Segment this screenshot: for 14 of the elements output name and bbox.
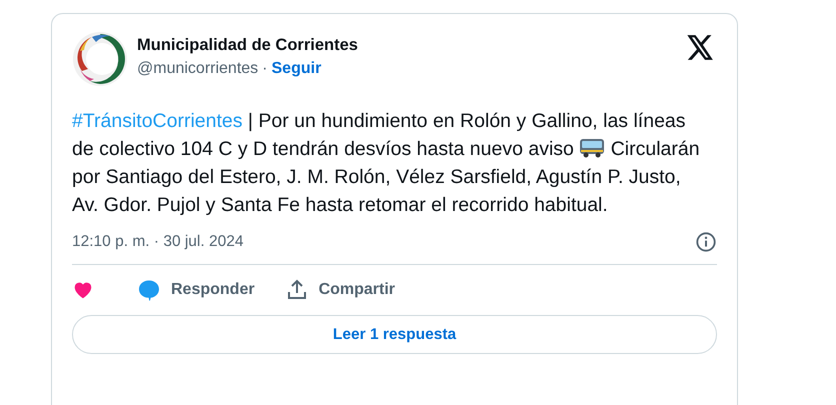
timestamp-link[interactable]: 12:10 p. m. · 30 jul. 2024 [72, 233, 244, 251]
bus-icon [579, 138, 606, 158]
share-button[interactable]: Compartir [284, 278, 396, 302]
info-icon[interactable] [695, 231, 717, 253]
follow-link[interactable]: Seguir [272, 60, 322, 78]
speech-bubble-icon [137, 278, 161, 302]
reply-button[interactable]: Responder [137, 278, 255, 302]
author-handle[interactable]: @municorrientes [137, 60, 258, 78]
separator-dot: · [262, 60, 268, 78]
tweet-text: #TránsitoCorrientes | Por un hundimiento en Rolón y Gallino, las líneas de colectivo 104 C y D tendrán desvíos hasta nuevo aviso Circularán por Santiago del Estero, J. M. Rolón, Vélez Sarsfield, Agustín P. Justo, Av. Gdor. Pujol y Santa Fe hasta retomar el recorrido habitual. [72, 109, 701, 218]
author-name[interactable]: Municipalidad de Corrientes [137, 36, 687, 55]
x-logo-icon[interactable] [687, 35, 714, 60]
avatar-logo[interactable] [72, 31, 128, 87]
read-replies-button[interactable]: Leer 1 respuesta [72, 315, 717, 354]
